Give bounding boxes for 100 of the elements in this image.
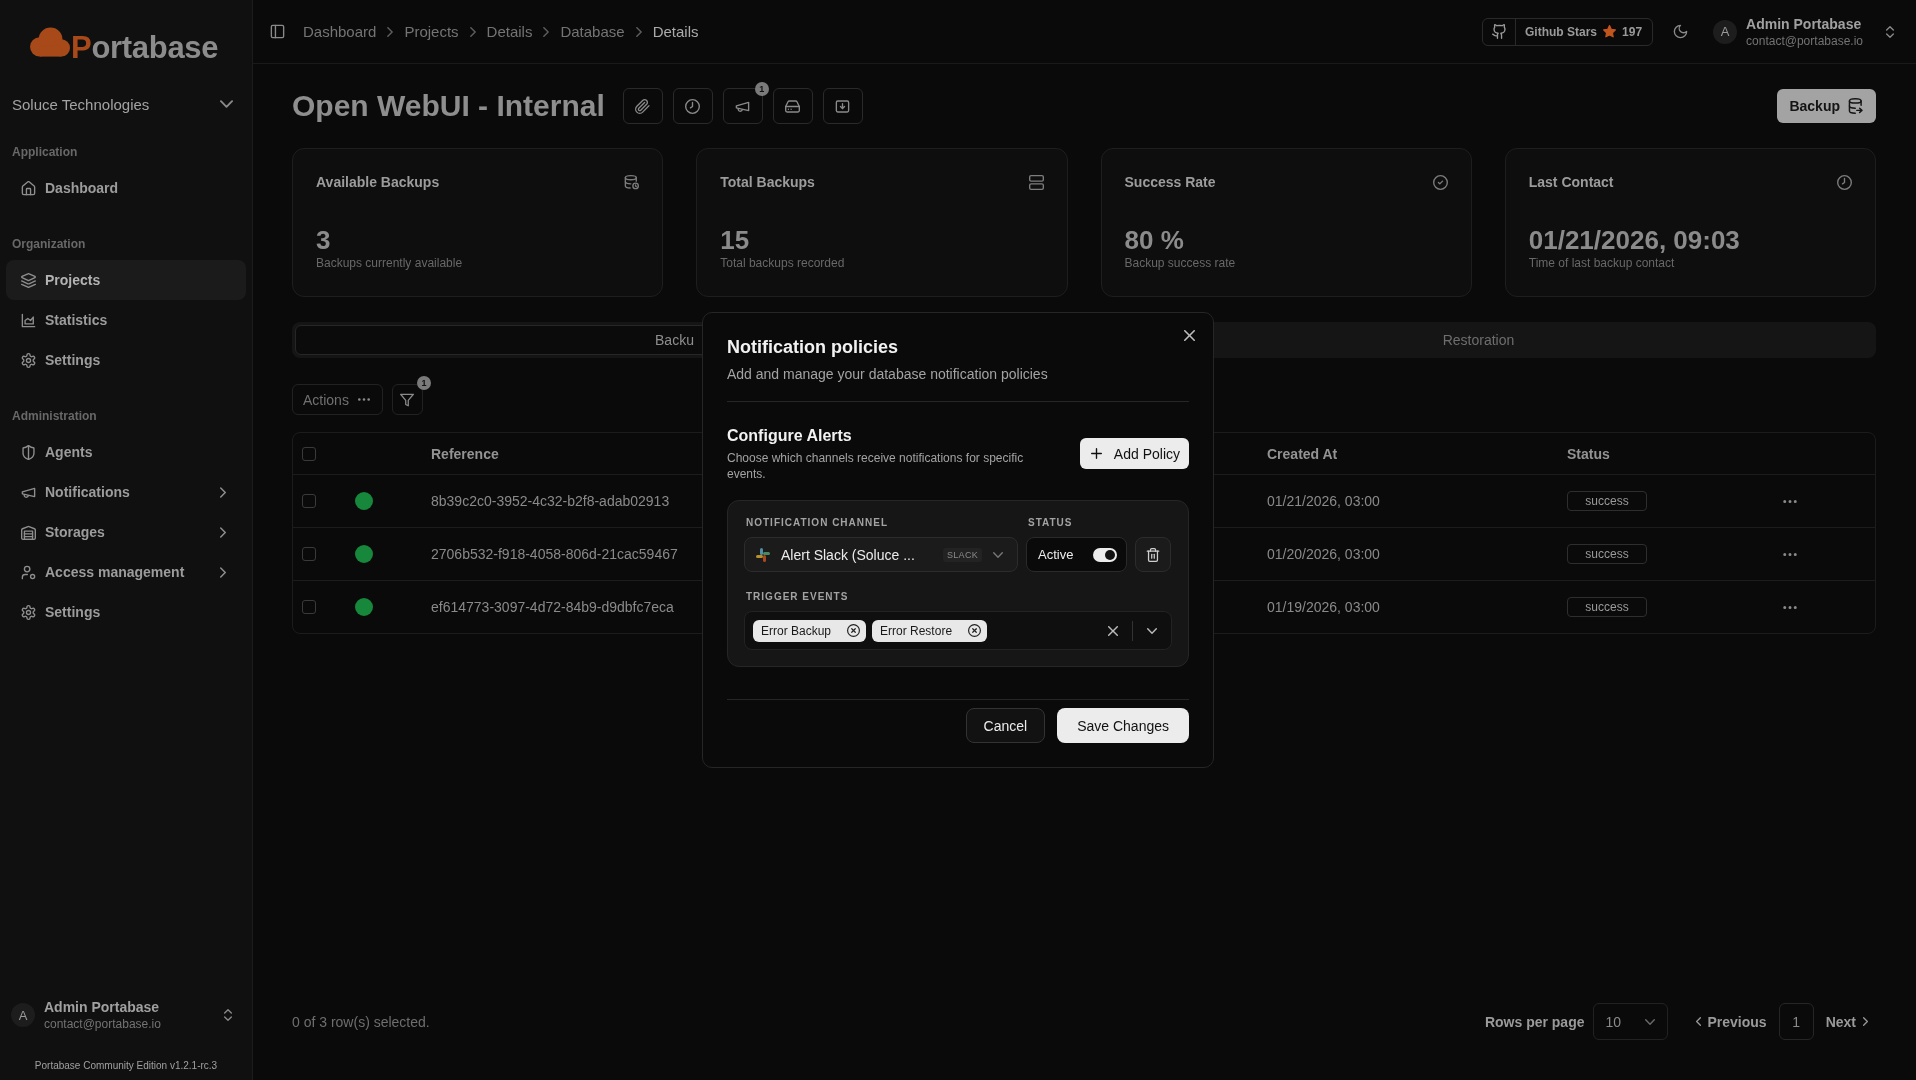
next-button[interactable]: Next — [1817, 1003, 1876, 1040]
page-title: Open WebUI - Internal — [292, 88, 605, 124]
sidebar-item[interactable]: Settings — [6, 592, 246, 632]
chart-icon — [21, 312, 36, 328]
column-header: Reference — [431, 445, 499, 462]
chevron-up-down-icon — [1886, 25, 1894, 38]
close-button[interactable] — [1184, 330, 1195, 341]
download-button[interactable] — [822, 88, 863, 124]
ellipsis-icon — [1783, 605, 1797, 609]
field-label: NOTIFICATION CHANNEL — [745, 517, 890, 529]
breadcrumb-link[interactable]: Dashboard — [303, 23, 377, 40]
section-label: Application — [11, 144, 79, 161]
chevron-left-icon — [1695, 1017, 1701, 1026]
trash-icon — [1146, 547, 1160, 562]
breadcrumb-link[interactable]: Database — [560, 23, 625, 40]
sidebar-item[interactable]: Projects — [6, 260, 246, 300]
table-cell: 01/21/2026, 03:00 — [1267, 493, 1380, 509]
sidebar-item[interactable]: Dashboard — [6, 168, 246, 208]
backup-button[interactable]: Backup — [1777, 89, 1876, 123]
field-label: STATUS — [1027, 517, 1074, 529]
layers-icon — [21, 272, 36, 288]
sidebar-item[interactable]: Agents — [6, 432, 246, 472]
section-label: Organization — [11, 236, 87, 253]
sidebar-item[interactable]: Settings — [6, 340, 246, 380]
table-cell: 01/20/2026, 03:00 — [1267, 546, 1380, 562]
server-icon — [1028, 174, 1044, 190]
checkbox[interactable] — [302, 446, 316, 461]
status-badge: success — [1567, 491, 1647, 511]
save-button[interactable]: Save Changes — [1057, 708, 1189, 743]
breadcrumb-link[interactable]: Projects — [404, 23, 459, 40]
chevron-right-icon — [469, 26, 476, 37]
database-arrow-icon — [1848, 98, 1864, 114]
clock-button[interactable] — [672, 88, 713, 124]
chevron-down-icon — [1644, 1018, 1655, 1025]
organization-select[interactable]: Soluce Technologies — [6, 88, 246, 120]
sidebar-item[interactable]: Access management — [6, 552, 246, 592]
stat-value: 01/21/2026, 09:03 — [1528, 225, 1741, 255]
tab[interactable]: Restoration — [1084, 325, 1873, 355]
stat-caption: Time of last backup contact — [1528, 255, 1676, 271]
edition-label: Portabase Community Edition v1.2.1-rc.3 — [33, 1058, 219, 1073]
dialog-description: Add and manage your database notification policies — [727, 365, 1049, 384]
selection-summary: 0 of 3 row(s) selected. — [292, 1013, 430, 1030]
status-badge: success — [1567, 597, 1647, 617]
chevron-right-icon — [220, 486, 226, 498]
events-select[interactable]: Error Backup Error Restore — [744, 611, 1172, 650]
stat-caption: Backup success rate — [1124, 255, 1237, 271]
row-menu-button[interactable] — [1783, 552, 1797, 556]
settings-icon — [21, 352, 36, 368]
rows-per-page-select[interactable]: 10 — [1592, 1003, 1668, 1040]
card-title: Available Backups — [316, 174, 440, 190]
count-badge: 1 — [416, 376, 431, 390]
chevron-right-icon — [387, 26, 394, 37]
chevron-right-icon — [1863, 1017, 1868, 1026]
chevron-right-icon — [220, 526, 226, 538]
sidebar-toggle-button[interactable] — [270, 24, 285, 39]
event-chip[interactable]: Error Backup — [753, 619, 867, 642]
add-policy-button[interactable]: Add Policy — [1079, 438, 1189, 469]
cancel-button[interactable]: Cancel — [965, 708, 1046, 743]
user-menu-button[interactable]: A Admin Portabase contact@portabase.io — [1713, 14, 1894, 49]
shield-icon — [21, 444, 36, 460]
home-icon — [21, 180, 36, 196]
clock-icon — [1837, 174, 1852, 190]
chevron-right-icon — [543, 26, 550, 37]
hard-drive-icon — [785, 98, 801, 114]
event-chip[interactable]: Error Restore — [872, 619, 988, 642]
sidebar-item[interactable]: Statistics — [6, 300, 246, 340]
column-header: Status — [1567, 445, 1610, 462]
checkbox[interactable] — [302, 547, 316, 561]
stat-value: 80 % — [1124, 225, 1185, 255]
delete-button[interactable] — [1135, 537, 1171, 572]
table-cell: 01/19/2026, 03:00 — [1267, 599, 1380, 615]
row-menu-button[interactable] — [1783, 605, 1797, 609]
user-menu-button[interactable]: A Admin Portabase contact@portabase.io — [6, 989, 246, 1041]
user-gear-icon — [21, 564, 36, 580]
drive-button[interactable] — [772, 88, 813, 124]
stat-value: 3 — [316, 225, 332, 255]
stat-caption: Backups currently available — [316, 255, 464, 271]
breadcrumb-link[interactable]: Details — [486, 23, 533, 40]
moon-icon — [1673, 24, 1689, 39]
sidebar-item[interactable]: Storages — [6, 512, 246, 552]
paperclip-button[interactable] — [622, 88, 663, 124]
plus-icon — [1090, 448, 1102, 459]
close-icon — [1184, 330, 1195, 341]
sidebar-item[interactable]: Notifications — [6, 472, 246, 512]
actions-button[interactable]: Actions — [292, 384, 383, 415]
stat-caption: Total backups recorded — [720, 255, 846, 271]
page-button[interactable]: 1 — [1778, 1003, 1814, 1040]
previous-button[interactable]: Previous — [1687, 1003, 1775, 1040]
github-stars-button[interactable]: Github Stars 197 — [1482, 17, 1654, 46]
toggle-switch[interactable] — [1093, 547, 1117, 562]
rows-per-page-label: Rows per page — [1484, 1013, 1585, 1030]
card-title: Last Contact — [1528, 174, 1614, 190]
channel-select[interactable]: Alert Slack (Soluce ... SLACK — [744, 537, 1018, 572]
status-dot-icon — [355, 598, 373, 616]
card-title: Total Backups — [720, 174, 815, 190]
checkbox[interactable] — [302, 600, 316, 614]
row-menu-button[interactable] — [1783, 499, 1797, 503]
dialog-title: Notification policies — [727, 336, 900, 358]
checkbox[interactable] — [302, 494, 316, 508]
theme-toggle-button[interactable] — [1673, 24, 1689, 39]
